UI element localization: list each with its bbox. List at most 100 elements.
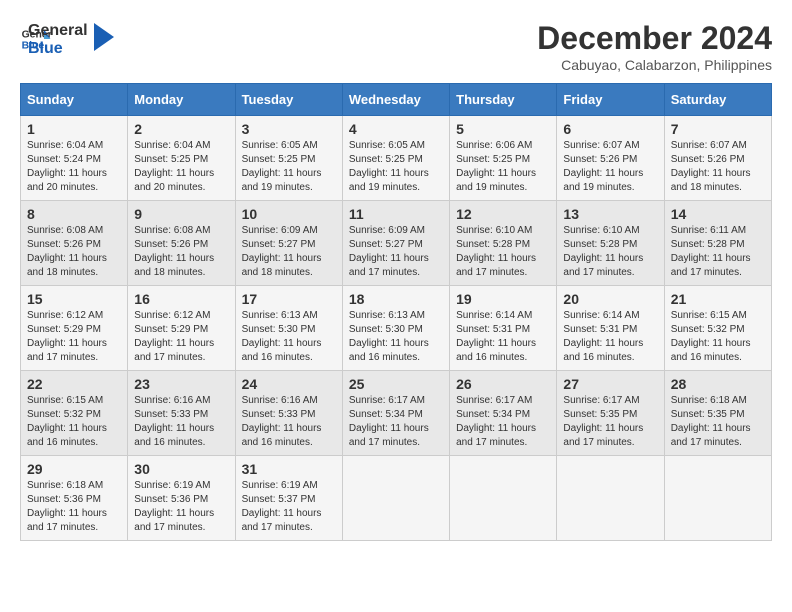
calendar-cell: 2 Sunrise: 6:04 AMSunset: 5:25 PMDayligh… xyxy=(128,116,235,201)
day-info: Sunrise: 6:13 AMSunset: 5:30 PMDaylight:… xyxy=(349,309,443,365)
day-number: 2 xyxy=(134,121,228,137)
calendar-cell: 14 Sunrise: 6:11 AMSunset: 5:28 PMDaylig… xyxy=(664,201,771,286)
day-info: Sunrise: 6:19 AMSunset: 5:36 PMDaylight:… xyxy=(134,479,228,535)
day-info: Sunrise: 6:16 AMSunset: 5:33 PMDaylight:… xyxy=(134,394,228,450)
day-info: Sunrise: 6:19 AMSunset: 5:37 PMDaylight:… xyxy=(242,479,336,535)
day-number: 18 xyxy=(349,291,443,307)
calendar-cell: 10 Sunrise: 6:09 AMSunset: 5:27 PMDaylig… xyxy=(235,201,342,286)
month-year-title: December 2024 xyxy=(537,20,772,57)
day-number: 7 xyxy=(671,121,765,137)
day-number: 27 xyxy=(563,376,657,392)
day-info: Sunrise: 6:05 AMSunset: 5:25 PMDaylight:… xyxy=(242,139,336,195)
day-number: 20 xyxy=(563,291,657,307)
calendar-cell: 11 Sunrise: 6:09 AMSunset: 5:27 PMDaylig… xyxy=(342,201,449,286)
day-info: Sunrise: 6:08 AMSunset: 5:26 PMDaylight:… xyxy=(134,224,228,280)
day-number: 16 xyxy=(134,291,228,307)
day-info: Sunrise: 6:15 AMSunset: 5:32 PMDaylight:… xyxy=(671,309,765,365)
day-info: Sunrise: 6:15 AMSunset: 5:32 PMDaylight:… xyxy=(27,394,121,450)
day-number: 23 xyxy=(134,376,228,392)
day-info: Sunrise: 6:16 AMSunset: 5:33 PMDaylight:… xyxy=(242,394,336,450)
calendar-cell: 31 Sunrise: 6:19 AMSunset: 5:37 PMDaylig… xyxy=(235,456,342,541)
day-number: 22 xyxy=(27,376,121,392)
day-number: 21 xyxy=(671,291,765,307)
col-wednesday: Wednesday xyxy=(342,84,449,116)
day-number: 25 xyxy=(349,376,443,392)
day-number: 29 xyxy=(27,461,121,477)
day-number: 6 xyxy=(563,121,657,137)
day-number: 26 xyxy=(456,376,550,392)
day-info: Sunrise: 6:07 AMSunset: 5:26 PMDaylight:… xyxy=(671,139,765,195)
day-info: Sunrise: 6:17 AMSunset: 5:34 PMDaylight:… xyxy=(456,394,550,450)
calendar-cell: 1 Sunrise: 6:04 AMSunset: 5:24 PMDayligh… xyxy=(21,116,128,201)
day-info: Sunrise: 6:05 AMSunset: 5:25 PMDaylight:… xyxy=(349,139,443,195)
calendar-cell: 28 Sunrise: 6:18 AMSunset: 5:35 PMDaylig… xyxy=(664,371,771,456)
calendar-cell xyxy=(342,456,449,541)
calendar-cell: 3 Sunrise: 6:05 AMSunset: 5:25 PMDayligh… xyxy=(235,116,342,201)
day-number: 31 xyxy=(242,461,336,477)
day-info: Sunrise: 6:13 AMSunset: 5:30 PMDaylight:… xyxy=(242,309,336,365)
location-subtitle: Cabuyao, Calabarzon, Philippines xyxy=(537,57,772,73)
calendar-cell: 23 Sunrise: 6:16 AMSunset: 5:33 PMDaylig… xyxy=(128,371,235,456)
calendar-cell: 18 Sunrise: 6:13 AMSunset: 5:30 PMDaylig… xyxy=(342,286,449,371)
day-number: 12 xyxy=(456,206,550,222)
col-thursday: Thursday xyxy=(450,84,557,116)
col-friday: Friday xyxy=(557,84,664,116)
logo-general: General xyxy=(28,22,88,40)
col-monday: Monday xyxy=(128,84,235,116)
day-info: Sunrise: 6:18 AMSunset: 5:35 PMDaylight:… xyxy=(671,394,765,450)
day-number: 15 xyxy=(27,291,121,307)
calendar-cell: 4 Sunrise: 6:05 AMSunset: 5:25 PMDayligh… xyxy=(342,116,449,201)
calendar-week-4: 22 Sunrise: 6:15 AMSunset: 5:32 PMDaylig… xyxy=(21,371,772,456)
day-number: 8 xyxy=(27,206,121,222)
calendar-cell: 15 Sunrise: 6:12 AMSunset: 5:29 PMDaylig… xyxy=(21,286,128,371)
logo-blue: Blue xyxy=(28,40,88,58)
day-number: 30 xyxy=(134,461,228,477)
calendar-cell: 26 Sunrise: 6:17 AMSunset: 5:34 PMDaylig… xyxy=(450,371,557,456)
day-info: Sunrise: 6:14 AMSunset: 5:31 PMDaylight:… xyxy=(456,309,550,365)
day-info: Sunrise: 6:10 AMSunset: 5:28 PMDaylight:… xyxy=(563,224,657,280)
calendar-cell: 21 Sunrise: 6:15 AMSunset: 5:32 PMDaylig… xyxy=(664,286,771,371)
col-sunday: Sunday xyxy=(21,84,128,116)
col-tuesday: Tuesday xyxy=(235,84,342,116)
day-number: 4 xyxy=(349,121,443,137)
calendar-cell xyxy=(664,456,771,541)
col-saturday: Saturday xyxy=(664,84,771,116)
day-info: Sunrise: 6:04 AMSunset: 5:24 PMDaylight:… xyxy=(27,139,121,195)
day-info: Sunrise: 6:14 AMSunset: 5:31 PMDaylight:… xyxy=(563,309,657,365)
calendar-cell: 12 Sunrise: 6:10 AMSunset: 5:28 PMDaylig… xyxy=(450,201,557,286)
calendar-cell: 25 Sunrise: 6:17 AMSunset: 5:34 PMDaylig… xyxy=(342,371,449,456)
day-number: 13 xyxy=(563,206,657,222)
day-info: Sunrise: 6:04 AMSunset: 5:25 PMDaylight:… xyxy=(134,139,228,195)
day-info: Sunrise: 6:17 AMSunset: 5:35 PMDaylight:… xyxy=(563,394,657,450)
title-section: December 2024 Cabuyao, Calabarzon, Phili… xyxy=(537,20,772,73)
day-info: Sunrise: 6:10 AMSunset: 5:28 PMDaylight:… xyxy=(456,224,550,280)
calendar-cell: 13 Sunrise: 6:10 AMSunset: 5:28 PMDaylig… xyxy=(557,201,664,286)
calendar-week-1: 1 Sunrise: 6:04 AMSunset: 5:24 PMDayligh… xyxy=(21,116,772,201)
day-info: Sunrise: 6:12 AMSunset: 5:29 PMDaylight:… xyxy=(134,309,228,365)
calendar-cell: 20 Sunrise: 6:14 AMSunset: 5:31 PMDaylig… xyxy=(557,286,664,371)
day-number: 14 xyxy=(671,206,765,222)
day-info: Sunrise: 6:12 AMSunset: 5:29 PMDaylight:… xyxy=(27,309,121,365)
calendar-week-2: 8 Sunrise: 6:08 AMSunset: 5:26 PMDayligh… xyxy=(21,201,772,286)
day-info: Sunrise: 6:17 AMSunset: 5:34 PMDaylight:… xyxy=(349,394,443,450)
logo-arrow xyxy=(94,23,114,51)
calendar-cell: 29 Sunrise: 6:18 AMSunset: 5:36 PMDaylig… xyxy=(21,456,128,541)
calendar-cell: 8 Sunrise: 6:08 AMSunset: 5:26 PMDayligh… xyxy=(21,201,128,286)
day-number: 24 xyxy=(242,376,336,392)
calendar-cell: 9 Sunrise: 6:08 AMSunset: 5:26 PMDayligh… xyxy=(128,201,235,286)
calendar-cell: 24 Sunrise: 6:16 AMSunset: 5:33 PMDaylig… xyxy=(235,371,342,456)
calendar-cell: 27 Sunrise: 6:17 AMSunset: 5:35 PMDaylig… xyxy=(557,371,664,456)
calendar-table: Sunday Monday Tuesday Wednesday Thursday… xyxy=(20,83,772,541)
day-info: Sunrise: 6:11 AMSunset: 5:28 PMDaylight:… xyxy=(671,224,765,280)
day-info: Sunrise: 6:18 AMSunset: 5:36 PMDaylight:… xyxy=(27,479,121,535)
day-number: 9 xyxy=(134,206,228,222)
calendar-week-5: 29 Sunrise: 6:18 AMSunset: 5:36 PMDaylig… xyxy=(21,456,772,541)
day-info: Sunrise: 6:09 AMSunset: 5:27 PMDaylight:… xyxy=(349,224,443,280)
day-number: 17 xyxy=(242,291,336,307)
day-number: 10 xyxy=(242,206,336,222)
calendar-cell: 19 Sunrise: 6:14 AMSunset: 5:31 PMDaylig… xyxy=(450,286,557,371)
calendar-cell: 6 Sunrise: 6:07 AMSunset: 5:26 PMDayligh… xyxy=(557,116,664,201)
calendar-cell: 17 Sunrise: 6:13 AMSunset: 5:30 PMDaylig… xyxy=(235,286,342,371)
day-info: Sunrise: 6:08 AMSunset: 5:26 PMDaylight:… xyxy=(27,224,121,280)
calendar-header-row: Sunday Monday Tuesday Wednesday Thursday… xyxy=(21,84,772,116)
